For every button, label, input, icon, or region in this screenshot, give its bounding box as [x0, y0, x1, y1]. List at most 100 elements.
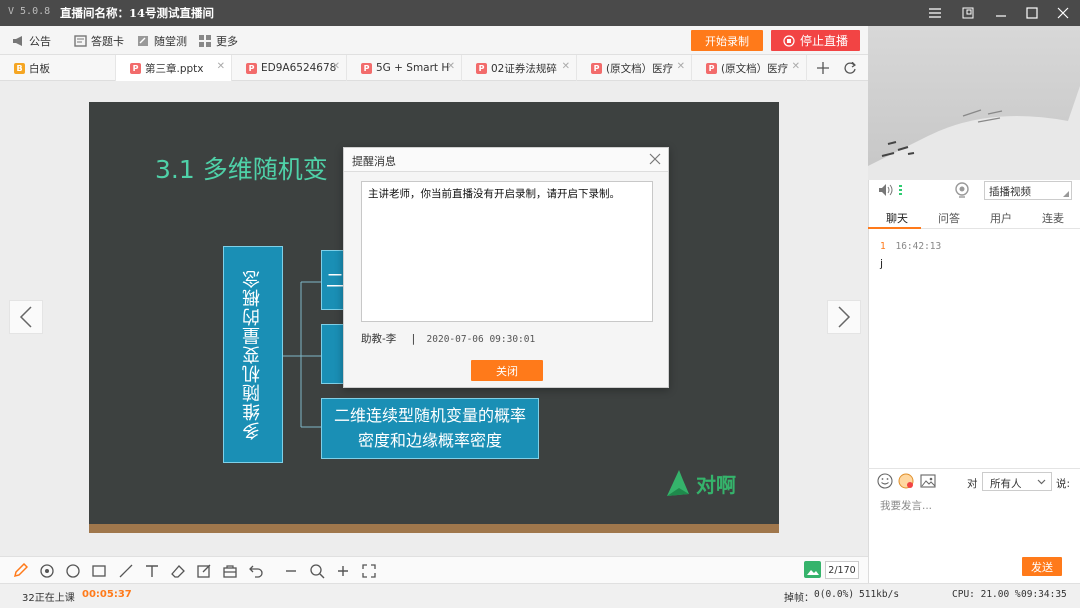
chat-time: 16:42:13: [895, 241, 942, 252]
tab-close-icon[interactable]: ✕: [447, 61, 455, 72]
slide-title: 3.1 多维随机变: [155, 155, 328, 184]
slide-box-2: [321, 324, 345, 384]
sticker-icon[interactable]: [898, 473, 914, 489]
dialog-close-button[interactable]: 关闭: [471, 360, 543, 381]
page-indicator[interactable]: 2/170: [825, 561, 859, 579]
image-upload-icon[interactable]: [920, 473, 936, 489]
emoji-icon[interactable]: [877, 473, 893, 489]
dialog-message-box: 主讲老师，你当前直播没有开启录制，请开启下录制。: [361, 181, 653, 322]
announce-button[interactable]: 公告: [12, 33, 51, 49]
undo-icon[interactable]: [247, 562, 265, 580]
more-label: 更多: [216, 35, 238, 48]
chat-message: 1 16:42:13: [880, 241, 941, 252]
line-tool-icon[interactable]: [117, 562, 135, 580]
stop-live-button[interactable]: 停止直播: [771, 30, 860, 51]
fullscreen-icon[interactable]: [360, 562, 378, 580]
brand-mark-icon: [667, 470, 689, 496]
tab-qa[interactable]: 问答: [938, 210, 960, 226]
add-tab-icon[interactable]: [814, 59, 832, 77]
camera-preview[interactable]: [868, 26, 1080, 180]
quiz-button[interactable]: 随堂测: [137, 33, 187, 49]
text-tool-icon[interactable]: [143, 562, 161, 580]
ppt-icon: P: [706, 62, 717, 74]
app-version: V 5.0.8: [8, 6, 51, 17]
dialog-close-icon[interactable]: [649, 153, 663, 167]
chevron-left-icon: [19, 306, 32, 328]
answer-card-button[interactable]: 答题卡: [74, 33, 124, 49]
restore-layout-icon[interactable]: [957, 4, 979, 22]
document-tab-bar: B 白板 P 第三章.pptx ✕ P ED9A6524678 ✕ P 5G +…: [0, 55, 868, 81]
thumbnail-icon[interactable]: [804, 561, 821, 578]
minimize-icon[interactable]: [990, 4, 1012, 22]
tab-document[interactable]: P 第三章.pptx ✕: [116, 55, 232, 81]
tab-label: ED9A6524678: [261, 62, 337, 74]
tab-close-icon[interactable]: ✕: [562, 61, 570, 72]
camera-icon[interactable]: [954, 182, 970, 198]
whiteboard-icon: B: [14, 62, 25, 74]
start-record-button[interactable]: 开始录制: [691, 30, 763, 51]
tab-document[interactable]: P 5G + Smart H ✕: [347, 55, 462, 81]
toolbox-icon[interactable]: [221, 562, 239, 580]
menu-icon[interactable]: [924, 4, 946, 22]
video-insert-select[interactable]: 插播视频: [984, 181, 1072, 200]
recipient-select[interactable]: 所有人: [982, 472, 1052, 491]
grid-icon: [199, 35, 211, 47]
zoom-in-icon[interactable]: [334, 562, 352, 580]
tab-close-icon[interactable]: ✕: [332, 61, 340, 72]
video-insert-value: 插播视频: [989, 186, 1031, 198]
brand-text: 对啊: [696, 472, 736, 497]
refresh-icon[interactable]: [841, 59, 859, 77]
ppt-icon: P: [130, 62, 141, 74]
clock: 09:34:35: [1021, 589, 1067, 600]
top-toolbar: 公告 答题卡 随堂测 更多 开始录制 停止直播: [0, 26, 868, 55]
chat-divider: [868, 468, 1080, 469]
dialog-title: 提醒消息: [352, 155, 396, 168]
class-status: 32正在上课: [22, 593, 75, 604]
eraser-icon[interactable]: [169, 562, 187, 580]
tab-document[interactable]: P (原文档）医疗 ✕: [692, 55, 807, 81]
pencil-icon[interactable]: [11, 562, 29, 580]
speaker-icon[interactable]: [878, 183, 894, 197]
tab-whiteboard[interactable]: B 白板: [0, 55, 116, 81]
window-title: 直播间名称：14号测试直播间: [60, 6, 215, 20]
chat-input[interactable]: 我要发言...: [880, 498, 932, 513]
tab-document[interactable]: P ED9A6524678 ✕: [232, 55, 347, 81]
tab-document[interactable]: P 02证券法规碎 ✕: [462, 55, 577, 81]
announce-label: 公告: [29, 35, 51, 48]
slide-box-3: 二维连续型随机变量的概率 密度和边缘概率密度: [321, 398, 539, 459]
quiz-label: 随堂测: [154, 35, 187, 48]
frame-drop-value: 0(0.0%): [814, 589, 855, 600]
previous-page-button[interactable]: [9, 300, 43, 334]
chevron-down-icon: [1037, 479, 1046, 485]
slide-box-3-line2: 密度和边缘概率密度: [357, 431, 502, 450]
dialog-separator: |: [411, 333, 416, 345]
ppt-icon: P: [476, 62, 487, 74]
circle-tool-icon[interactable]: [64, 562, 82, 580]
next-page-button[interactable]: [827, 300, 861, 334]
to-label: 对: [967, 478, 978, 490]
laser-pointer-icon[interactable]: [38, 562, 56, 580]
clear-page-icon[interactable]: [195, 562, 213, 580]
zoom-search-icon[interactable]: [308, 562, 326, 580]
tab-label: 白板: [29, 62, 50, 75]
tab-close-icon[interactable]: ✕: [792, 61, 800, 72]
rectangle-tool-icon[interactable]: [90, 562, 108, 580]
zoom-out-icon[interactable]: [282, 562, 300, 580]
tab-chat[interactable]: 聊天: [886, 210, 908, 226]
answer-card-label: 答题卡: [91, 35, 124, 48]
tab-close-icon[interactable]: ✕: [217, 61, 225, 72]
chat-text: j: [880, 257, 884, 270]
slide-concept-box: 多维随机变量的概念: [223, 246, 283, 463]
dialog-message: 主讲老师，你当前直播没有开启录制，请开启下录制。: [368, 188, 620, 200]
reminder-dialog: 提醒消息 主讲老师，你当前直播没有开启录制，请开启下录制。 助教-李 | 202…: [343, 147, 669, 388]
close-window-icon[interactable]: [1052, 4, 1074, 22]
tab-label: 5G + Smart H: [376, 62, 450, 74]
tab-document[interactable]: P (原文档）医疗 ✕: [577, 55, 692, 81]
more-button[interactable]: 更多: [199, 33, 238, 49]
tab-connect-mic[interactable]: 连麦: [1042, 210, 1064, 226]
slide-brand-logo: 对啊: [665, 468, 736, 498]
tab-close-icon[interactable]: ✕: [677, 61, 685, 72]
maximize-icon[interactable]: [1021, 4, 1043, 22]
tab-users[interactable]: 用户: [990, 210, 1012, 226]
send-button[interactable]: 发送: [1022, 557, 1062, 576]
